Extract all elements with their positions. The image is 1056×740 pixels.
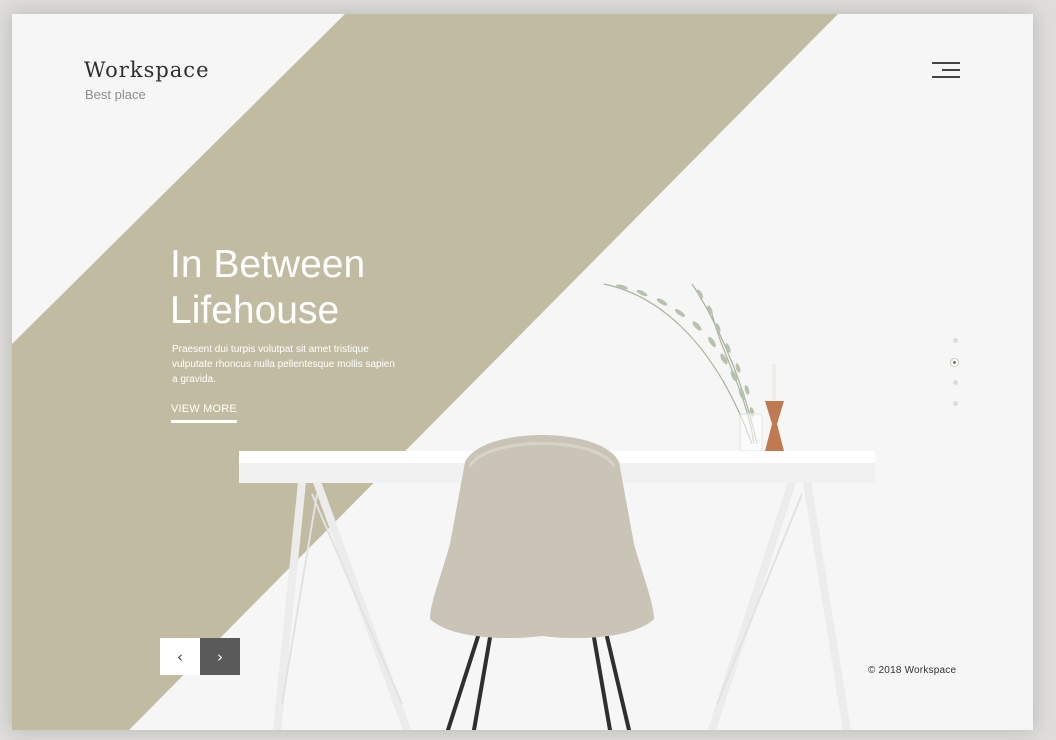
hero-background-illustration [12, 14, 1033, 730]
candle [772, 364, 776, 400]
menu-line [942, 69, 960, 71]
hero-title-line-2: Lifehouse [170, 289, 340, 332]
chevron-right-icon[interactable]: › [200, 638, 240, 675]
hamburger-menu-icon[interactable] [930, 60, 960, 82]
hero-title: In Between Lifehouse [170, 242, 365, 334]
slide-dot-2[interactable] [950, 358, 959, 367]
menu-line [932, 76, 960, 78]
brand-logo[interactable]: Workspace [84, 58, 210, 82]
slide-dot-1[interactable] [953, 338, 958, 343]
glass-vase [739, 413, 763, 452]
slider-navigation: ‹ › [160, 638, 240, 675]
slide-dot-3[interactable] [953, 380, 958, 385]
page-frame: Workspace Best place In Between Lifehous… [12, 14, 1033, 730]
hero-title-line-1: In Between [170, 243, 366, 286]
menu-line [932, 62, 960, 64]
brand-tagline: Best place [85, 87, 146, 102]
slide-dot-4[interactable] [953, 401, 958, 406]
copyright-text: © 2018 Workspace [868, 665, 957, 676]
hero-description: Praesent dui turpis volutpat sit amet tr… [172, 344, 395, 385]
view-more-link[interactable]: VIEW MORE [171, 403, 237, 423]
chevron-left-icon[interactable]: ‹ [160, 638, 200, 675]
